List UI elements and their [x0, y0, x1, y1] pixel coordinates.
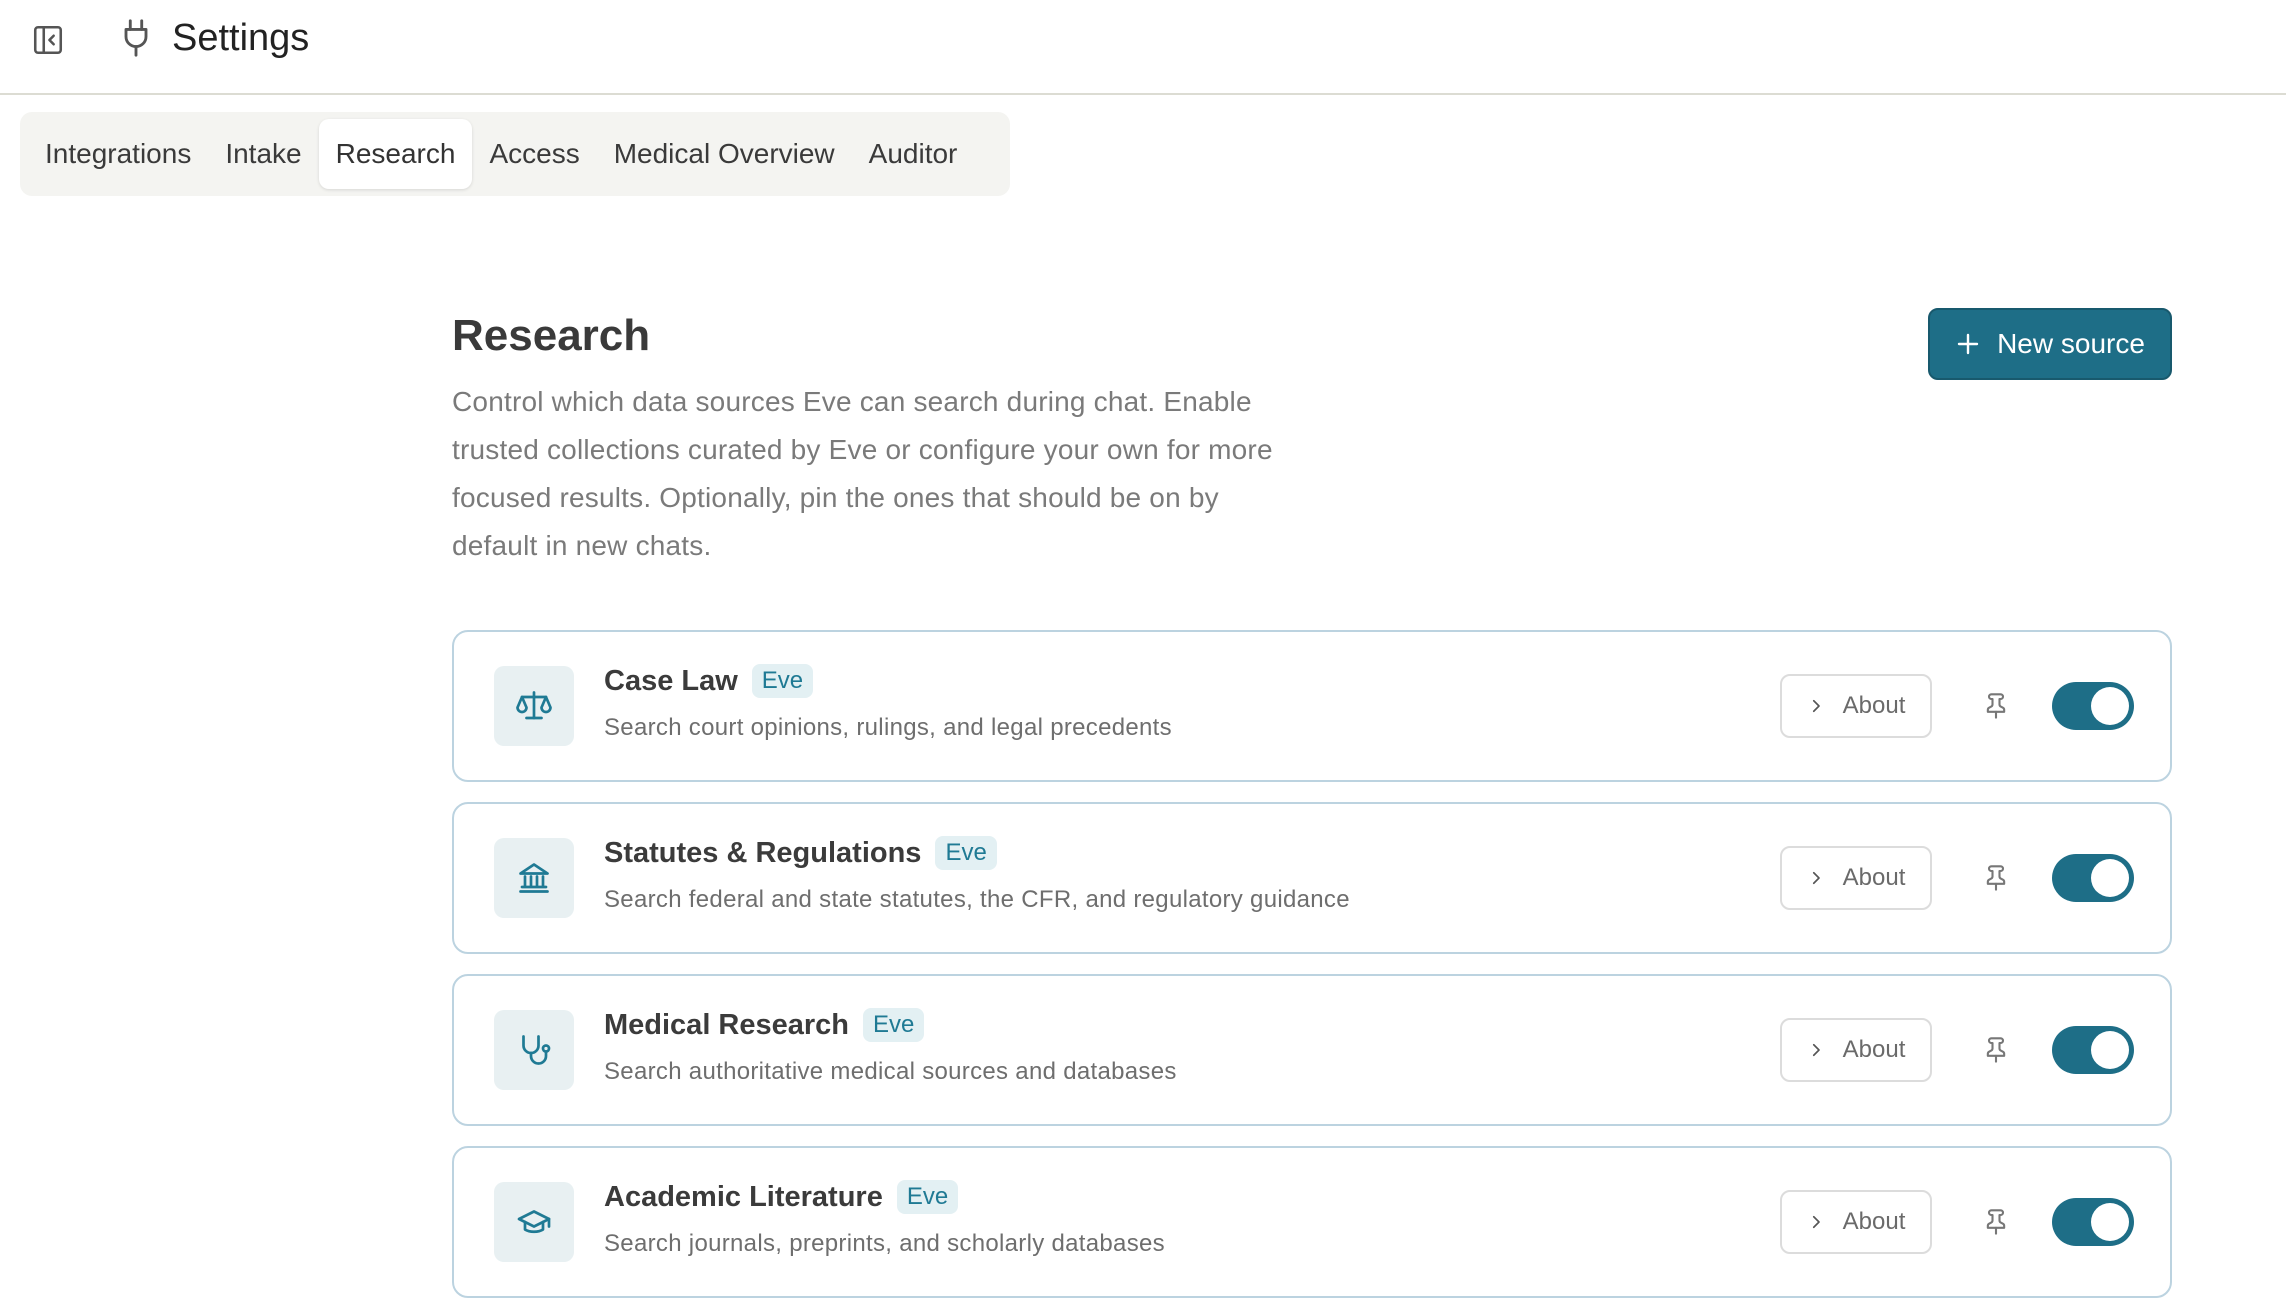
chevron-right-icon — [1812, 1043, 1820, 1057]
source-name: Medical Research — [604, 1008, 850, 1041]
source-description: Search federal and state statutes, the C… — [604, 886, 1350, 913]
source-description: Search court opinions, rulings, and lega… — [604, 714, 1172, 741]
toggle-knob — [2091, 859, 2129, 897]
source-badge: Eve — [935, 836, 997, 870]
enable-toggle[interactable] — [2052, 682, 2134, 730]
pin-icon[interactable] — [1976, 858, 2016, 898]
new-source-button[interactable]: New source — [1928, 308, 2172, 380]
top-bar: Settings — [0, 0, 2286, 95]
plug-icon — [118, 16, 154, 60]
about-label: About — [1842, 1036, 1906, 1063]
building-columns-icon — [494, 838, 574, 918]
source-badge: Eve — [863, 1008, 925, 1042]
pin-icon[interactable] — [1976, 1202, 2016, 1242]
toggle-knob — [2091, 687, 2129, 725]
tab-integrations[interactable]: Integrations — [28, 119, 208, 189]
about-label: About — [1842, 864, 1906, 891]
source-badge: Eve — [896, 1180, 959, 1214]
about-label: About — [1842, 692, 1906, 719]
source-card-case-law: Case Law Eve Search court opinions, ruli… — [452, 630, 2172, 782]
source-name-row: Medical Research Eve — [604, 1008, 925, 1042]
graduation-cap-icon — [494, 1182, 574, 1262]
page-title: Research — [452, 311, 651, 360]
source-name-row: Academic Literature Eve — [604, 1180, 959, 1214]
source-description: Search journals, preprints, and scholarl… — [604, 1230, 1165, 1257]
pin-icon[interactable] — [1976, 686, 2016, 726]
settings-tabs: Integrations Intake Research Access Medi… — [20, 112, 1010, 196]
stethoscope-icon — [494, 1010, 574, 1090]
about-label: About — [1842, 1208, 1906, 1235]
source-name: Case Law — [604, 664, 738, 697]
plus-icon — [1955, 331, 1981, 357]
toggle-knob — [2091, 1203, 2129, 1241]
about-button[interactable]: About — [1780, 674, 1932, 738]
enable-toggle[interactable] — [2052, 1198, 2134, 1246]
tab-research[interactable]: Research — [318, 119, 473, 189]
source-description: Search authoritative medical sources and… — [604, 1058, 1177, 1085]
source-badge: Eve — [751, 664, 814, 698]
panel-collapse-icon[interactable] — [28, 20, 68, 60]
new-source-label: New source — [1997, 328, 2145, 359]
about-button[interactable]: About — [1780, 846, 1932, 910]
source-card-academic-literature: Academic Literature Eve Search journals,… — [452, 1146, 2172, 1298]
tab-auditor[interactable]: Auditor — [852, 119, 975, 189]
chevron-right-icon — [1812, 871, 1820, 885]
pin-icon[interactable] — [1976, 1030, 2016, 1070]
chevron-right-icon — [1812, 699, 1820, 713]
tab-access[interactable]: Access — [472, 119, 596, 189]
page-header-title: Settings — [172, 17, 310, 59]
source-name: Academic Literature — [604, 1180, 883, 1213]
about-button[interactable]: About — [1780, 1190, 1932, 1254]
tab-intake[interactable]: Intake — [208, 119, 318, 189]
chevron-right-icon — [1812, 1215, 1820, 1229]
tab-medical-overview[interactable]: Medical Overview — [597, 119, 852, 189]
source-list: Case Law Eve Search court opinions, ruli… — [452, 630, 2172, 1304]
source-name-row: Statutes & Regulations Eve — [604, 836, 997, 870]
research-section: Research Control which data sources Eve … — [452, 300, 2172, 570]
source-card-statutes-regulations: Statutes & Regulations Eve Search federa… — [452, 802, 2172, 954]
about-button[interactable]: About — [1780, 1018, 1932, 1082]
source-name: Statutes & Regulations — [604, 836, 922, 869]
enable-toggle[interactable] — [2052, 854, 2134, 902]
source-card-medical-research: Medical Research Eve Search authoritativ… — [452, 974, 2172, 1126]
page-description: Control which data sources Eve can searc… — [452, 386, 1273, 561]
source-name-row: Case Law Eve — [604, 664, 814, 698]
enable-toggle[interactable] — [2052, 1026, 2134, 1074]
scales-icon — [494, 666, 574, 746]
toggle-knob — [2091, 1031, 2129, 1069]
